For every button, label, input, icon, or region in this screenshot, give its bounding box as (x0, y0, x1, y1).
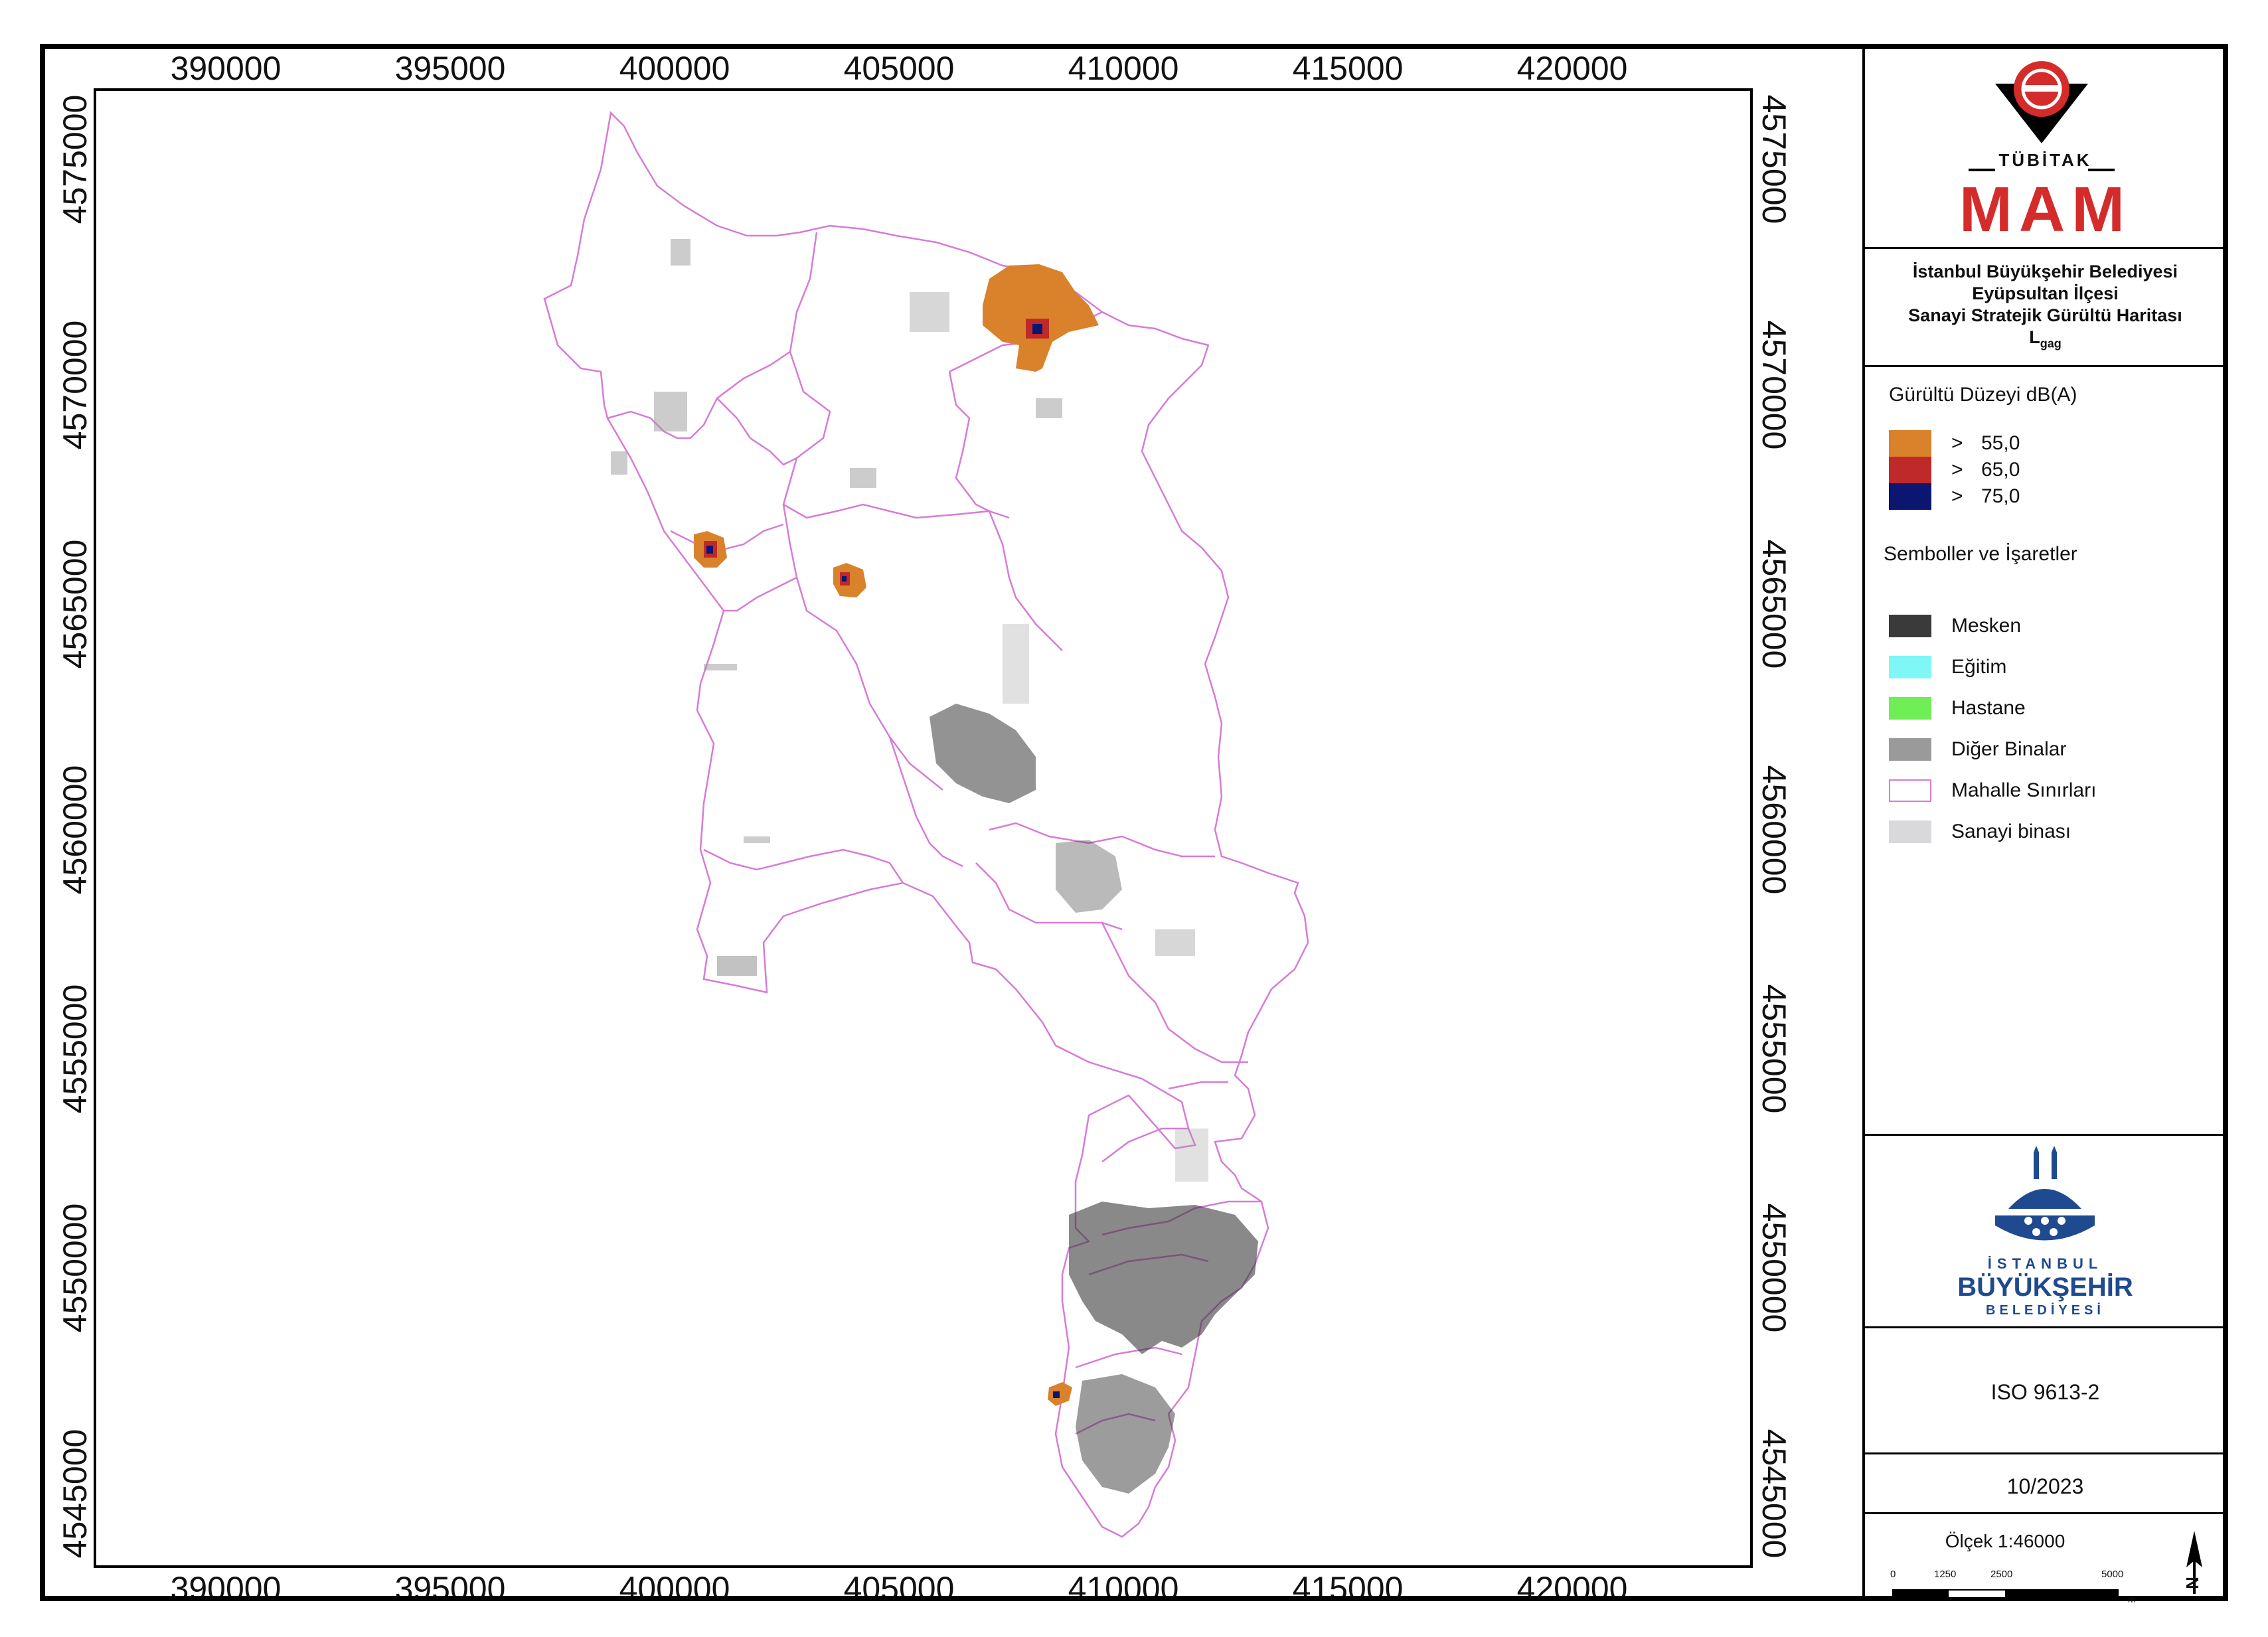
noise-swatch (1889, 483, 1931, 510)
noise-swatch (1889, 457, 1931, 483)
ibb-line-2: BÜYÜKŞEHİR (1957, 1273, 2133, 1302)
scale-title: Ölçek 1:46000 (1945, 1531, 2066, 1551)
indicator-main: L (2029, 327, 2040, 347)
mam-text: MAM (1959, 174, 2132, 245)
title-line-2: Eyüpsultan İlçesi (1972, 283, 2119, 303)
noise-value: 75,0 (1981, 485, 2020, 507)
noise-legend-item: > 75,0 (1889, 483, 2020, 510)
standard-block: ISO 9613-2 (1862, 1326, 2228, 1454)
legend-panel: TÜBİTAK MAM İstanbul Büyükşehir Belediye… (1862, 44, 2228, 1604)
symbol-legend-item: Mahalle Sınırları (1889, 777, 2096, 804)
symbol-label: Diğer Binalar (1951, 738, 2067, 760)
diger-binalar-swatch (1889, 738, 1931, 761)
indicator-label: Lgag (1862, 327, 2228, 354)
scale-bar (1892, 1589, 2119, 1598)
hastane-swatch (1889, 697, 1931, 720)
north-label: N (2182, 1577, 2202, 1589)
symbol-label: Sanayi binası (1951, 820, 2071, 842)
mesken-swatch (1889, 615, 1931, 637)
ibb-logo-block: İSTANBUL BÜYÜKŞEHİR BELEDİYESİ (1862, 1134, 2228, 1328)
tubitak-mam-logo: TÜBİTAK MAM (1862, 44, 2228, 250)
noise-op: > (1951, 432, 1963, 454)
sanayi-swatch (1889, 820, 1931, 843)
symbol-legend-item: Diğer Binalar (1889, 736, 2066, 763)
scale-label: 5000 (2101, 1569, 2124, 1580)
symbol-label: Mesken (1951, 615, 2022, 637)
noise-legend-item: > 65,0 (1889, 457, 2020, 483)
date-text: 10/2023 (2006, 1474, 2084, 1498)
ibb-line-1: İSTANBUL (1987, 1255, 2103, 1272)
noise-op: > (1951, 485, 1963, 507)
mahalle-swatch (1889, 779, 1931, 802)
symbol-label: Hastane (1951, 697, 2026, 719)
title-line-3: Sanayi Stratejik Gürültü Haritası (1908, 305, 2182, 325)
ibb-line-3: BELEDİYESİ (1986, 1303, 2105, 1318)
noise-op: > (1951, 459, 1963, 481)
scale-label: 2500 (1990, 1569, 2013, 1580)
standard-text: ISO 9613-2 (1990, 1380, 2100, 1404)
scale-label: 1250 (1934, 1569, 1957, 1580)
legend-block: Gürültü Düzeyi dB(A) > 55,0 > 65,0 > 75,… (1862, 365, 2228, 1135)
symbol-legend-item: Hastane (1889, 695, 2026, 722)
noise-legend-heading: Gürültü Düzeyi dB(A) (1889, 384, 2077, 406)
title-line-1: İstanbul Büyükşehir Belediyesi (1912, 262, 2178, 281)
noise-swatch (1889, 430, 1931, 457)
symbol-legend-item: Sanayi binası (1889, 818, 2071, 845)
symbol-legend-item: Mesken (1889, 613, 2021, 639)
scale-block: Ölçek 1:46000 0 1250 2500 5000 m N (1862, 1512, 2228, 1604)
noise-value: 55,0 (1981, 432, 2020, 454)
ibb-emblem-icon (1995, 1146, 2095, 1241)
title-block: İstanbul Büyükşehir Belediyesi Eyüpsulta… (1862, 247, 2228, 366)
egitim-swatch (1889, 656, 1931, 678)
date-block: 10/2023 (1862, 1452, 2228, 1514)
symbols-heading: Semboller ve İşaretler (1884, 543, 2077, 565)
north-arrow-icon (2186, 1531, 2202, 1594)
tubitak-text: TÜBİTAK (1998, 150, 2092, 170)
symbol-label: Eğitim (1951, 656, 2007, 678)
indicator-sub: gag (2040, 337, 2062, 351)
scale-label: 0 (1890, 1569, 1896, 1580)
noise-legend-item: > 55,0 (1889, 430, 2020, 457)
symbol-label: Mahalle Sınırları (1951, 779, 2097, 801)
noise-value: 65,0 (1981, 459, 2020, 481)
symbol-legend-item: Eğitim (1889, 654, 2006, 680)
